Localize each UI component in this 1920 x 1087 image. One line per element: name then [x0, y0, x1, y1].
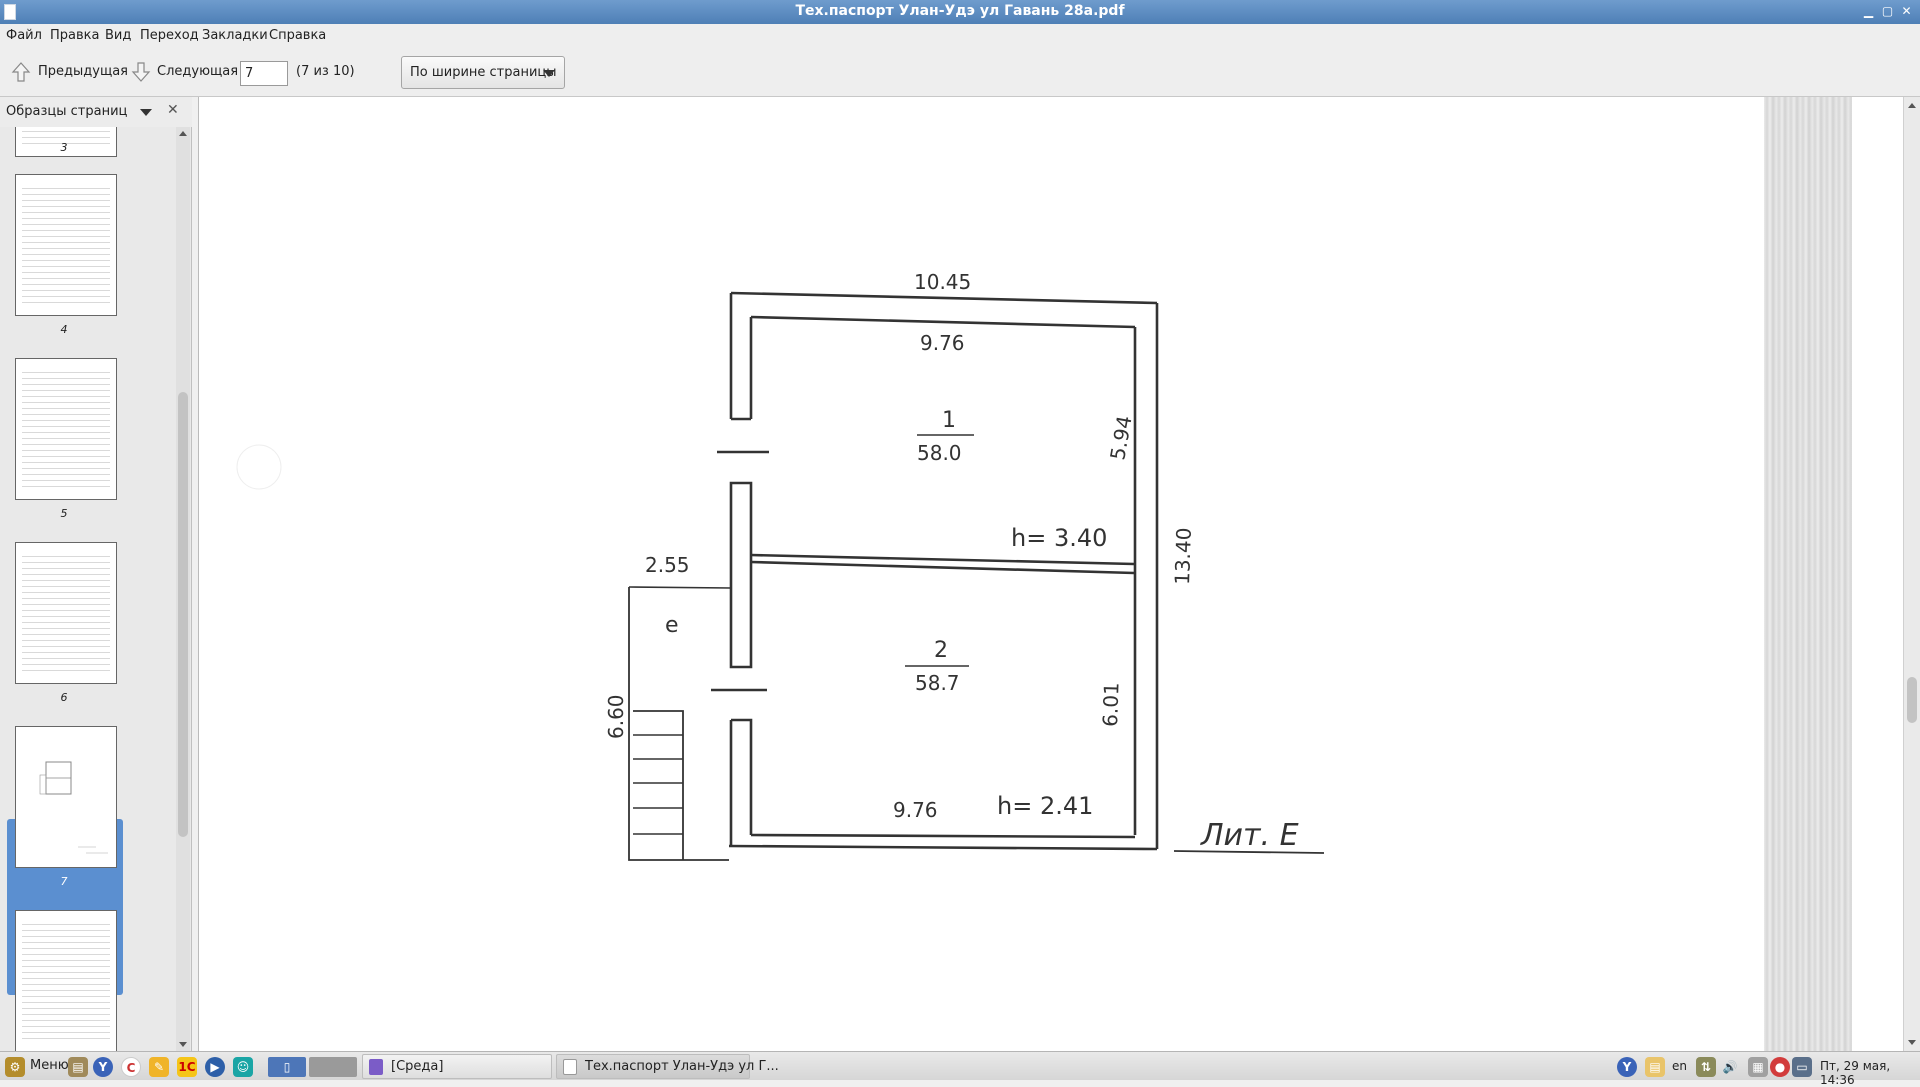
taskbar: ⚙ Меню ▤ Y C ✎ 1С ▶ ☺ ▯ [Среда] Тех.пасп…	[0, 1051, 1920, 1087]
page-count: (7 из 10)	[296, 64, 355, 79]
scroll-up-icon[interactable]	[1908, 103, 1916, 108]
thumbnail-page-8[interactable]	[15, 910, 117, 1051]
thumbnail-page-5[interactable]	[15, 358, 117, 500]
next-page-button[interactable]: Следующая	[157, 64, 238, 79]
toolbar	[0, 49, 1920, 97]
building-label: Лит. Е	[1200, 818, 1299, 853]
messenger-icon[interactable]: ☺	[233, 1057, 253, 1077]
thumbnail-label: 4	[60, 323, 68, 336]
dim-top-inner: 9.76	[920, 331, 965, 355]
dim-right-lower: 6.01	[1098, 682, 1124, 727]
sidebar-title: Образцы страниц	[6, 104, 128, 119]
clock: Пт, 29 мая, 14:36	[1820, 1059, 1891, 1087]
app-icon	[369, 1059, 383, 1075]
room2-height: h= 2.41	[997, 792, 1093, 820]
menu-view[interactable]: Вид	[105, 28, 131, 43]
show-desktop-icon[interactable]: ▯	[268, 1057, 306, 1077]
minimize-button[interactable]: ▁	[1860, 3, 1877, 20]
menu-go[interactable]: Переход	[140, 28, 199, 43]
media-icon[interactable]: ▶	[205, 1057, 225, 1077]
yandex-tray-icon[interactable]: Y	[1617, 1057, 1637, 1077]
room2-area: 58.7	[915, 671, 960, 695]
arrow-down-icon[interactable]	[130, 60, 152, 84]
page-number-input[interactable]	[240, 61, 288, 86]
sidebar: Образцы страниц ✕ 3 4 5 6 7	[0, 97, 192, 1051]
task-button-pdf[interactable]: Тех.паспорт Улан-Удэ ул Г...	[556, 1054, 779, 1079]
zoom-select-value: По ширине страницы	[410, 65, 557, 80]
display-icon[interactable]: ▭	[1792, 1057, 1812, 1077]
dim-porch-width: 2.55	[645, 553, 690, 577]
dim-right-total: 13.40	[1170, 527, 1196, 585]
scrollbar-thumb[interactable]	[178, 392, 188, 837]
document-scrollbar[interactable]	[1903, 97, 1920, 1051]
sidebar-header: Образцы страниц ✕	[0, 97, 192, 127]
menu-file[interactable]: Файл	[6, 28, 42, 43]
task-label: [Среда]	[391, 1059, 444, 1074]
floor-plan-thumbnail	[39, 761, 108, 854]
thumbnail-list: 3 4 5 6 7	[0, 127, 176, 1051]
network-icon[interactable]: ⇅	[1696, 1057, 1716, 1077]
porch-letter: е	[665, 613, 679, 638]
yandex-browser-icon[interactable]: Y	[93, 1057, 113, 1077]
close-button[interactable]: ✕	[1898, 3, 1915, 20]
workspace-switcher[interactable]	[309, 1057, 357, 1077]
dim-bottom-inner: 9.76	[893, 798, 938, 822]
sidebar-dropdown-icon[interactable]	[140, 109, 152, 116]
sidebar-close-icon[interactable]: ✕	[167, 102, 179, 118]
maximize-button[interactable]: ▢	[1879, 3, 1896, 20]
scroll-down-icon[interactable]	[1908, 1040, 1916, 1045]
tray-app-icon[interactable]: ▤	[1645, 1057, 1665, 1077]
browser-icon[interactable]: C	[121, 1057, 141, 1077]
menu-help[interactable]: Справка	[269, 28, 326, 43]
thumbnail-page-4[interactable]	[15, 174, 117, 316]
chevron-down-icon	[543, 70, 555, 77]
arrow-up-icon[interactable]	[10, 60, 32, 84]
document-view[interactable]: 10.45 9.76 1 58.0 h= 3.40 5.94 13.40 2 5…	[198, 97, 1903, 1051]
thumbnail-label-selected: 7	[60, 875, 68, 888]
room2-number: 2	[934, 638, 948, 663]
prev-page-button[interactable]: Предыдущая	[38, 64, 128, 79]
window-title: Тех.паспорт Улан-Удэ ул Гавань 28а.pdf	[795, 3, 1125, 19]
thumbnail-page-6[interactable]	[15, 542, 117, 684]
room1-area: 58.0	[917, 441, 962, 465]
menu-icon[interactable]: ⚙	[5, 1057, 25, 1077]
zoom-select[interactable]: По ширине страницы	[401, 56, 565, 89]
menu-bookmarks[interactable]: Закладки	[202, 28, 268, 43]
room1-height: h= 3.40	[1011, 524, 1107, 552]
thumbnail-page-7[interactable]	[15, 726, 117, 868]
keyboard-layout[interactable]: en	[1672, 1059, 1687, 1073]
document-icon	[563, 1059, 577, 1075]
menu-edit[interactable]: Правка	[50, 28, 99, 43]
floor-plan: 10.45 9.76 1 58.0 h= 3.40 5.94 13.40 2 5…	[236, 270, 1325, 861]
dim-porch-length: 6.60	[604, 694, 628, 739]
room1-number: 1	[942, 408, 956, 433]
file-manager-icon[interactable]: ▤	[68, 1057, 88, 1077]
thumbnail-label: 5	[60, 507, 68, 520]
notes-icon[interactable]: ✎	[149, 1057, 169, 1077]
scroll-down-icon[interactable]	[179, 1042, 187, 1047]
1c-icon[interactable]: 1С	[177, 1057, 197, 1077]
sidebar-scrollbar[interactable]	[176, 127, 190, 1051]
task-label: Тех.паспорт Улан-Удэ ул Г...	[585, 1059, 779, 1074]
menu-bar: Файл Правка Вид Переход Закладки Справка	[0, 24, 1920, 49]
task-button-sreda[interactable]: [Среда]	[362, 1054, 552, 1079]
dim-top-outer: 10.45	[914, 270, 971, 294]
thumbnail-label: 3	[60, 141, 68, 154]
dim-right-upper: 5.94	[1105, 414, 1136, 462]
scrollbar-thumb[interactable]	[1907, 677, 1917, 723]
volume-icon[interactable]: 🔊	[1720, 1057, 1740, 1077]
thumbnail-label: 6	[60, 691, 68, 704]
start-menu-button[interactable]: Меню	[30, 1058, 69, 1073]
clipboard-icon[interactable]: ▦	[1748, 1057, 1768, 1077]
scroll-up-icon[interactable]	[179, 131, 187, 136]
title-bar: Тех.паспорт Улан-Удэ ул Гавань 28а.pdf ▁…	[0, 0, 1920, 24]
notification-icon[interactable]: ●	[1770, 1057, 1790, 1077]
